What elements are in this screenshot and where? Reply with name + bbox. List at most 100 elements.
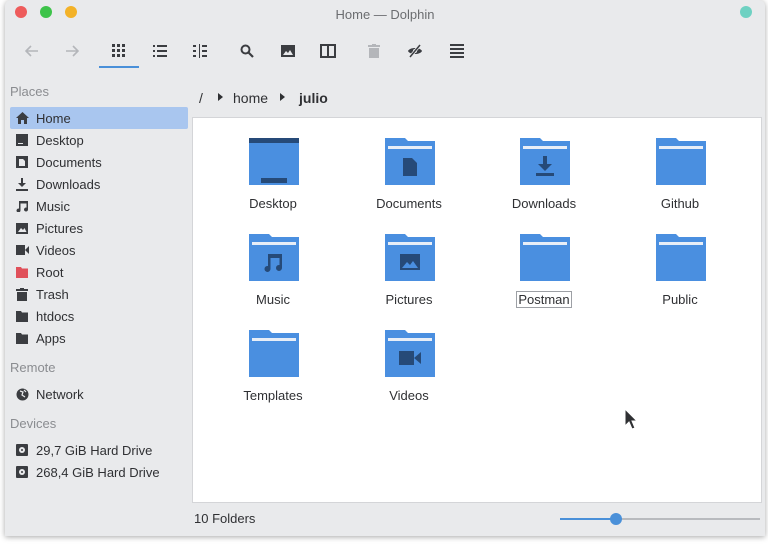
sidebar-item-pictures[interactable]: Pictures — [10, 217, 188, 239]
folder-label: Templates — [243, 388, 303, 403]
folder-item[interactable]: Documents — [349, 138, 469, 228]
back-button[interactable] — [14, 34, 50, 68]
arrow-right-icon — [66, 45, 79, 57]
folder-item[interactable]: Pictures — [349, 234, 469, 324]
folder-label: Downloads — [511, 196, 577, 211]
sidebar-item-label: Root — [36, 264, 64, 280]
status-bar: 10 Folders — [5, 505, 765, 533]
toolbar — [5, 34, 765, 68]
places-section-title: Places — [10, 84, 50, 99]
videos-folder-icon — [385, 330, 435, 377]
sidebar-item-label: 29,7 GiB Hard Drive — [36, 442, 153, 458]
sidebar-item-home[interactable]: Home — [10, 107, 188, 129]
devices-section-title: Devices — [10, 416, 57, 431]
eye-off-icon — [408, 44, 422, 58]
folder-label: Pictures — [385, 292, 433, 307]
columns-icon — [193, 44, 207, 58]
folder-item[interactable]: Downloads — [484, 138, 604, 228]
downloads-folder-icon — [520, 138, 570, 185]
desktop-icon — [14, 132, 30, 148]
documents-folder-icon — [385, 138, 435, 185]
folder-label: Desktop — [249, 196, 297, 211]
dolphin-window: Home — Dolphin Places Home Desktop Docum… — [5, 0, 765, 536]
places-panel: Places Home Desktop Documents Downloads … — [5, 78, 193, 498]
drive-icon — [14, 442, 30, 458]
sidebar-item-label: Trash — [36, 286, 69, 302]
sidebar-item-label: 268,4 GiB Hard Drive — [36, 464, 160, 480]
home-icon — [14, 110, 30, 126]
sidebar-item-drive-2[interactable]: 268,4 GiB Hard Drive — [10, 461, 188, 483]
zoom-slider[interactable] — [560, 513, 760, 525]
window-menu-button[interactable] — [740, 6, 752, 18]
sidebar-item-label: Desktop — [36, 132, 84, 148]
sidebar-item-root[interactable]: Root — [10, 261, 188, 283]
folder-item[interactable]: Desktop — [213, 138, 333, 228]
folder-item[interactable]: Github — [620, 138, 740, 228]
sidebar-item-label: Documents — [36, 154, 102, 170]
sidebar-item-trash[interactable]: Trash — [10, 283, 188, 305]
folder-item[interactable]: Postman — [484, 234, 604, 324]
sidebar-item-label: Music — [36, 198, 70, 214]
sidebar-item-downloads[interactable]: Downloads — [10, 173, 188, 195]
folder-item[interactable]: Videos — [349, 330, 469, 420]
search-button[interactable] — [229, 34, 265, 68]
sidebar-item-label: Videos — [36, 242, 76, 258]
folder-label: Public — [662, 292, 698, 307]
split-button[interactable] — [310, 34, 346, 68]
preview-button[interactable] — [270, 34, 306, 68]
download-icon — [14, 176, 30, 192]
trash-icon — [14, 286, 30, 302]
sidebar-item-label: Pictures — [36, 220, 83, 236]
folder-label: Github — [660, 196, 700, 211]
zoom-slider-fill — [560, 518, 616, 520]
desktop-folder-icon — [249, 138, 299, 185]
breadcrumb-root[interactable]: / — [199, 90, 203, 106]
zoom-slider-handle[interactable] — [610, 513, 622, 525]
chevron-right-icon[interactable] — [280, 93, 285, 101]
folder-label: Documents — [376, 196, 442, 211]
folder-icon — [656, 138, 706, 185]
folder-icon — [14, 330, 30, 346]
sidebar-item-videos[interactable]: Videos — [10, 239, 188, 261]
drive-icon — [14, 464, 30, 480]
menu-button[interactable] — [439, 34, 475, 68]
folder-label: Videos — [389, 388, 429, 403]
file-view[interactable]: Desktop Documents Downloads Github Music… — [192, 117, 762, 503]
forward-button[interactable] — [54, 34, 90, 68]
trash-button[interactable] — [356, 34, 392, 68]
status-text: 10 Folders — [194, 511, 256, 526]
picture-icon — [14, 220, 30, 236]
sidebar-item-desktop[interactable]: Desktop — [10, 129, 188, 151]
folder-item[interactable]: Public — [620, 234, 740, 324]
folder-item[interactable]: Music — [213, 234, 333, 324]
sidebar-item-music[interactable]: Music — [10, 195, 188, 217]
breadcrumb-current[interactable]: julio — [299, 90, 328, 106]
chevron-right-icon[interactable] — [218, 93, 223, 101]
hidden-files-button[interactable] — [397, 34, 433, 68]
search-icon — [240, 44, 254, 58]
sidebar-item-htdocs[interactable]: htdocs — [10, 305, 188, 327]
details-view-button[interactable] — [182, 34, 218, 68]
icons-view-button[interactable] — [99, 34, 139, 68]
folder-label: Music — [256, 292, 290, 307]
music-folder-icon — [249, 234, 299, 281]
sidebar-item-documents[interactable]: Documents — [10, 151, 188, 173]
list-icon — [153, 45, 167, 57]
sidebar-item-drive-1[interactable]: 29,7 GiB Hard Drive — [10, 439, 188, 461]
title-bar[interactable]: Home — Dolphin — [5, 0, 765, 28]
grid-icon — [112, 44, 125, 57]
breadcrumb-home[interactable]: home — [233, 90, 268, 106]
folder-item[interactable]: Templates — [213, 330, 333, 420]
folder-label-text: Postman — [516, 291, 572, 308]
window-title: Home — Dolphin — [335, 7, 435, 22]
sidebar-item-network[interactable]: Network — [10, 383, 188, 405]
folder-icon — [14, 308, 30, 324]
document-icon — [14, 154, 30, 170]
menu-icon — [450, 44, 464, 58]
video-icon — [14, 242, 30, 258]
sidebar-item-label: htdocs — [36, 308, 75, 324]
sidebar-item-apps[interactable]: Apps — [10, 327, 188, 349]
compact-view-button[interactable] — [142, 34, 178, 68]
sidebar-item-label: Apps — [36, 330, 66, 346]
sidebar-item-label: Home — [36, 110, 71, 126]
